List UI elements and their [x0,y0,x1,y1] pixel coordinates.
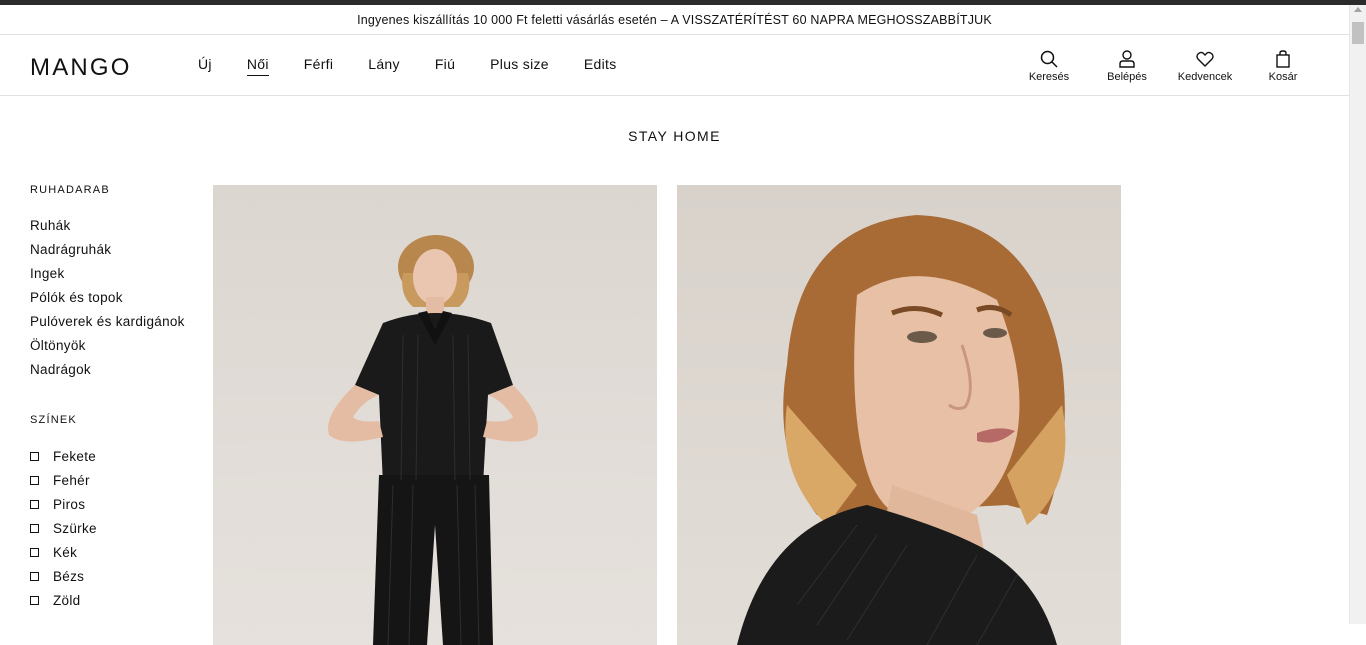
garments-heading: RUHADARAB [30,184,110,196]
nav-item-noi[interactable]: Női [246,56,269,76]
garment-link[interactable]: Nadrágok [30,358,200,382]
nav-item-uj[interactable]: Új [198,56,212,75]
product-card[interactable] [677,185,1121,645]
promo-banner[interactable]: Ingyenes kiszállítás 10 000 Ft feletti v… [0,5,1349,35]
garment-link[interactable]: Nadrágruhák [30,238,200,262]
favorites-button[interactable]: Kedvencek [1166,36,1244,95]
color-filter-item[interactable]: Fehér [30,468,200,492]
garment-link[interactable]: Ruhák [30,214,200,238]
cart-label: Kosár [1268,70,1298,83]
nav-item-ferfi[interactable]: Férfi [304,56,334,75]
cart-button[interactable]: Kosár [1244,36,1322,95]
garment-link[interactable]: Pulóverek és kardigánok [30,310,200,334]
page-scrollbar[interactable] [1349,5,1366,624]
color-label: Fekete [53,448,97,464]
color-filter-item[interactable]: Szürke [30,516,200,540]
garment-link[interactable]: Ingek [30,262,200,286]
garment-link[interactable]: Öltönyök [30,334,200,358]
color-label: Zöld [53,592,81,608]
scroll-up-arrow-icon[interactable] [1354,7,1362,12]
color-label: Piros [53,496,86,512]
checkbox[interactable] [30,523,39,533]
user-icon [1119,49,1135,68]
nav-item-plus-size[interactable]: Plus size [490,56,549,75]
promo-text: Ingyenes kiszállítás 10 000 Ft feletti v… [357,12,992,27]
site-header: MANGO Új Női Férfi Lány Fiú Plus size Ed… [0,36,1349,96]
checkbox[interactable] [30,451,39,461]
checkbox[interactable] [30,475,39,485]
header-actions: Keresés Belépés Kedvencek Kosár [1010,36,1322,95]
product-image [328,235,538,645]
search-button[interactable]: Keresés [1010,36,1088,95]
main-nav: Új Női Férfi Lány Fiú Plus size Edits [198,36,652,95]
color-label: Bézs [53,568,85,584]
checkbox[interactable] [30,571,39,581]
color-filter-item[interactable]: Bézs [30,564,200,588]
shopping-bag-icon [1276,49,1290,68]
checkbox[interactable] [30,547,39,557]
heart-icon [1196,51,1214,67]
search-label: Keresés [1028,70,1070,83]
favorites-label: Kedvencek [1177,70,1233,83]
color-filter-item[interactable]: Piros [30,492,200,516]
garment-link[interactable]: Pólók és topok [30,286,200,310]
product-card[interactable] [213,185,657,645]
color-filter-item[interactable]: Zöld [30,588,200,612]
page-title: STAY HOME [628,128,721,144]
login-label: Belépés [1107,70,1147,83]
mango-logo[interactable]: MANGO [30,54,132,82]
filter-sidebar: RUHADARAB Ruhák Nadrágruhák Ingek Pólók … [30,184,200,612]
nav-item-fiu[interactable]: Fiú [435,56,455,75]
login-button[interactable]: Belépés [1088,36,1166,95]
color-label: Kék [53,544,78,560]
color-filter-list: Fekete Fehér Piros Szürke Kék Bézs Zöld [30,444,200,612]
color-label: Fehér [53,472,90,488]
checkbox[interactable] [30,595,39,605]
color-filter-item[interactable]: Kék [30,540,200,564]
search-icon [1040,50,1058,68]
color-filter-item[interactable]: Fekete [30,444,200,468]
scroll-thumb[interactable] [1352,22,1364,44]
checkbox[interactable] [30,499,39,509]
product-image [737,215,1066,645]
garment-list: Ruhák Nadrágruhák Ingek Pólók és topok P… [30,214,200,382]
colors-heading: SZÍNEK [30,414,77,426]
nav-item-edits[interactable]: Edits [584,56,617,75]
nav-item-lany[interactable]: Lány [368,56,400,75]
color-label: Szürke [53,520,97,536]
